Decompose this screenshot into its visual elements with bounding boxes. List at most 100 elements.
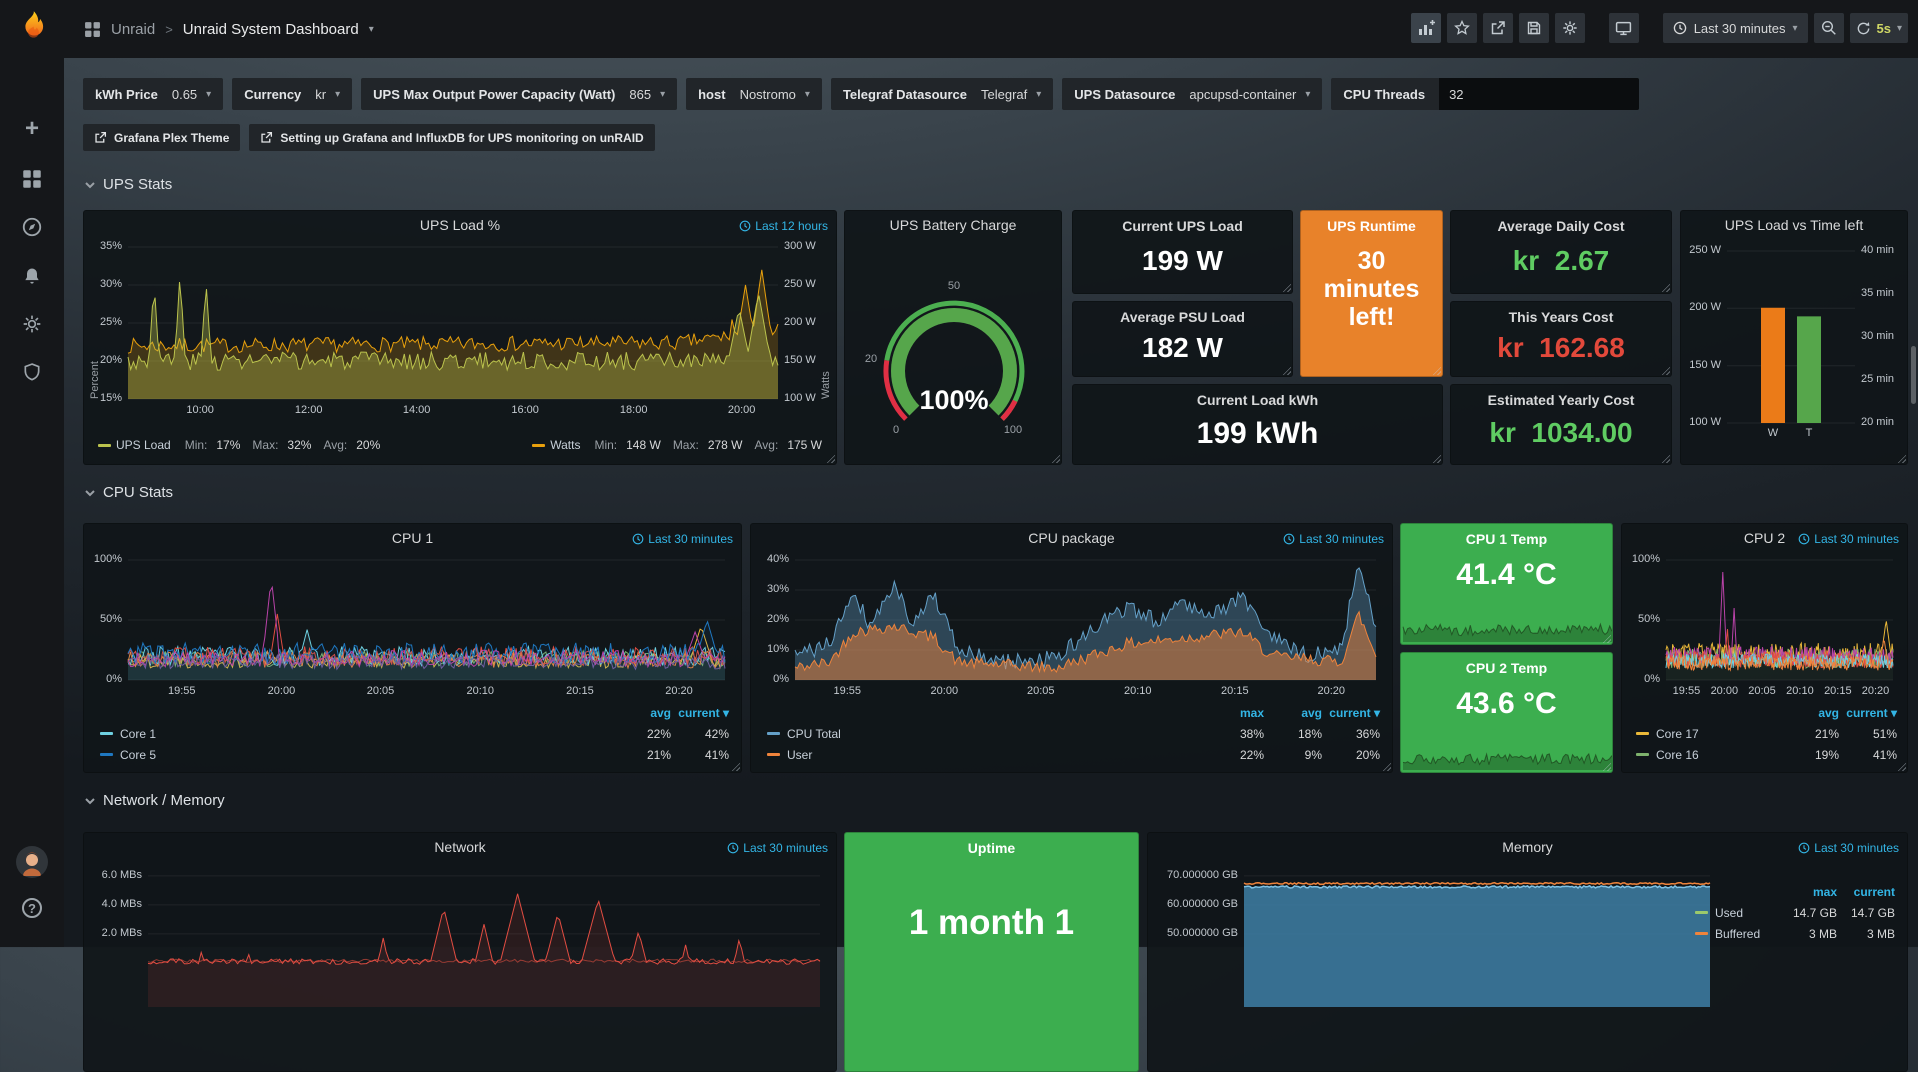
legend-column-header[interactable]: avg [613,706,671,720]
breadcrumb-dashboard-title[interactable]: Unraid System Dashboard [183,21,359,38]
link-grafana-plex-theme[interactable]: Grafana Plex Theme [83,124,240,151]
panel-title[interactable]: UPS Load % [114,217,806,233]
breadcrumb-app[interactable]: Unraid [111,21,155,38]
legend-column-header[interactable]: current ▾ [671,706,729,720]
cycle-view-mode-button[interactable] [1609,13,1639,43]
sidebar: + [0,0,64,947]
sidebar-user-avatar[interactable] [16,846,48,878]
chevron-down-icon: ▾ [206,89,211,100]
chevron-down-icon: ▾ [1897,23,1902,34]
panel-resize-handle[interactable] [1660,282,1670,292]
panel-resize-handle[interactable] [1281,282,1291,292]
panel-resize-handle[interactable] [1896,761,1906,771]
legend-column-header[interactable]: current ▾ [1839,706,1897,720]
sidebar-create-button[interactable]: + [20,117,44,141]
axis-tick-label: 70.000000 GB [1167,869,1238,881]
legend-column-header[interactable]: current [1837,885,1895,899]
legend-series[interactable]: WattsMin:148 WMax:278 WAvg:175 W [532,438,822,452]
share-dashboard-button[interactable] [1483,13,1513,43]
axis-tick-label: 20% [100,354,122,366]
dashboard-settings-button[interactable] [1555,13,1585,43]
variable-ups-datasource[interactable]: UPS Datasource apcupsd-container ▾ [1062,78,1322,110]
panel-resize-handle[interactable] [1381,761,1391,771]
panel-title[interactable]: CPU 1 Temp [1405,531,1608,547]
panel-resize-handle[interactable] [1431,453,1441,463]
star-dashboard-button[interactable] [1447,13,1477,43]
zoom-out-time-button[interactable] [1814,13,1844,43]
variable-ups-max-output[interactable]: UPS Max Output Power Capacity (Watt) 865… [361,78,677,110]
panel-title[interactable]: Network [114,839,806,855]
legend-column-header[interactable]: max [1779,885,1837,899]
legend-series[interactable]: User [767,748,1206,762]
panel-title[interactable]: Uptime [849,840,1134,856]
link-label: Setting up Grafana and InfluxDB for UPS … [280,131,643,145]
link-ups-monitoring-guide[interactable]: Setting up Grafana and InfluxDB for UPS … [249,124,654,151]
gauge-value: 100% [919,385,988,415]
chevron-down-icon[interactable]: ▾ [369,24,374,35]
panel-resize-handle[interactable] [1660,453,1670,463]
cpu-threads-input[interactable] [1439,78,1639,110]
legend-series[interactable]: UPS LoadMin:17%Max:32%Avg:20% [98,438,380,452]
panel-title[interactable]: CPU 2 Temp [1405,660,1608,676]
panel-title[interactable]: CPU 1 [114,530,711,546]
sidebar-dashboards-button[interactable] [20,167,44,191]
panel-resize-handle[interactable] [1896,453,1906,463]
row-header-cpu-stats[interactable]: CPU Stats [84,484,173,501]
panel-resize-handle[interactable] [1281,365,1291,375]
panel-title[interactable]: This Years Cost [1455,309,1667,325]
legend-series[interactable]: CPU Total [767,727,1206,741]
panel-resize-handle[interactable] [1050,453,1060,463]
save-dashboard-button[interactable] [1519,13,1549,43]
panel-title[interactable]: UPS Runtime [1305,218,1438,234]
add-panel-button[interactable] [1411,13,1441,43]
variable-currency[interactable]: Currency kr ▾ [232,78,352,110]
refresh-picker[interactable]: 5s ▾ [1850,13,1909,43]
sidebar-server-admin-button[interactable] [20,360,44,384]
series-color-swatch [767,753,780,756]
legend-series[interactable]: Buffered [1695,927,1779,941]
dashboard-scrollbar-thumb[interactable] [1911,346,1916,404]
panel-resize-handle[interactable] [825,453,835,463]
row-header-ups-stats[interactable]: UPS Stats [84,176,172,193]
panel-title[interactable]: Average PSU Load [1077,309,1288,325]
legend-series[interactable]: Core 5 [100,748,613,762]
axis-tick-label: 0% [1644,673,1660,685]
legend-column-header[interactable]: avg [1781,706,1839,720]
panel-resize-handle[interactable] [1431,365,1441,375]
panel-resize-handle[interactable] [1660,365,1670,375]
variable-telegraf-datasource[interactable]: Telegraf Datasource Telegraf ▾ [831,78,1053,110]
panel-title[interactable]: UPS Battery Charge [851,217,1055,233]
legend-series[interactable]: Core 16 [1636,748,1781,762]
clock-icon [1798,842,1810,854]
axis-tick-label: 150 W [1689,359,1721,371]
panel-average-psu-load: Average PSU Load 182 W [1072,301,1293,377]
variable-host[interactable]: host Nostromo ▾ [686,78,822,110]
variable-kwh-price[interactable]: kWh Price 0.65 ▾ [83,78,223,110]
legend-series[interactable]: Core 1 [100,727,613,741]
grafana-logo-icon[interactable] [13,8,51,46]
time-range-picker[interactable]: Last 30 minutes ▾ [1663,13,1808,43]
panel-title[interactable]: Estimated Yearly Cost [1455,392,1667,408]
panel-title[interactable]: Current Load kWh [1077,392,1438,408]
sidebar-help-button[interactable]: ? [20,896,44,920]
legend-column-header[interactable]: avg [1264,706,1322,720]
legend-column-header[interactable]: current ▾ [1322,706,1380,720]
dashboard-links-row: Grafana Plex Theme Setting up Grafana an… [83,124,655,151]
legend-series[interactable]: Core 17 [1636,727,1781,741]
breadcrumb-separator: > [165,22,173,37]
sidebar-explore-button[interactable] [20,215,44,239]
row-header-network-memory[interactable]: Network / Memory [84,792,225,809]
legend-column-header[interactable]: max [1206,706,1264,720]
legend-series[interactable]: Used [1695,906,1779,920]
sidebar-alerting-button[interactable] [20,264,44,288]
panel-title[interactable]: Average Daily Cost [1455,218,1667,234]
panel-title[interactable]: UPS Load vs Time left [1687,217,1901,233]
sidebar-configuration-button[interactable] [20,312,44,336]
panel-title[interactable]: CPU package [781,530,1362,546]
chevron-down-icon: ▾ [1305,89,1310,100]
chevron-down-icon: ▾ [805,89,810,100]
panel-title[interactable]: Memory [1178,839,1877,855]
panel-title[interactable]: Current UPS Load [1077,218,1288,234]
panel-estimated-yearly-cost: Estimated Yearly Cost kr 1034.00 [1450,384,1672,465]
panel-resize-handle[interactable] [730,761,740,771]
